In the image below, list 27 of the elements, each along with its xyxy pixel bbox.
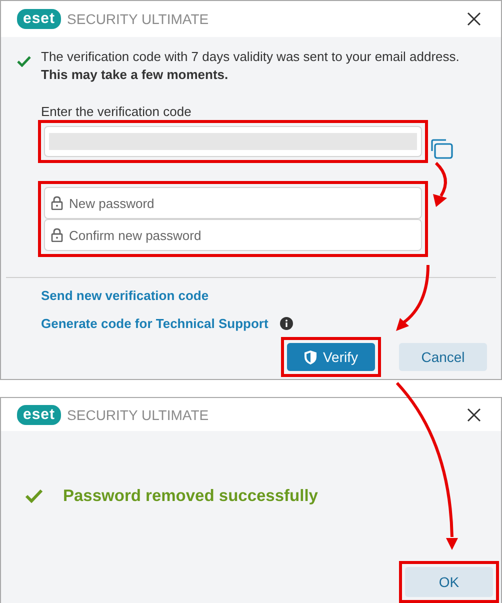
code-field[interactable] [44,126,422,157]
check-icon [17,56,31,67]
link[interactable]: Send new verification code [41,288,209,302]
link[interactable]: Generate code for Technical Support [41,316,268,330]
success-message: Password removed successfully [63,486,318,506]
check-icon [25,489,43,503]
shield-icon [304,350,317,364]
window-title: SECURITY ULTIMATE [67,406,209,422]
dialog-button[interactable]: Cancel [399,343,487,371]
field-label: Enter the verification code [41,104,192,120]
dialog-button[interactable]: OK [405,567,493,597]
brand-logo: eset [17,404,62,424]
copy-icon[interactable] [431,139,453,159]
password-field[interactable]: Confirm new password [44,219,422,251]
lock-icon [51,196,63,210]
dialog-button[interactable]: Verify [287,343,375,371]
window-title: SECURITY ULTIMATE [67,11,209,27]
annotation-arrow [396,264,430,331]
notice-note: This may take a few moments. [41,66,230,84]
info-icon[interactable] [280,316,294,330]
notice-text: The verification code with 7 days validity was sent to your email address. [41,48,460,66]
close-icon[interactable] [467,12,481,26]
lock-icon [51,228,63,242]
close-icon[interactable] [467,408,481,422]
password-field[interactable]: New password [44,187,422,219]
brand-logo: eset [17,9,62,29]
annotation-arrow [433,162,447,207]
